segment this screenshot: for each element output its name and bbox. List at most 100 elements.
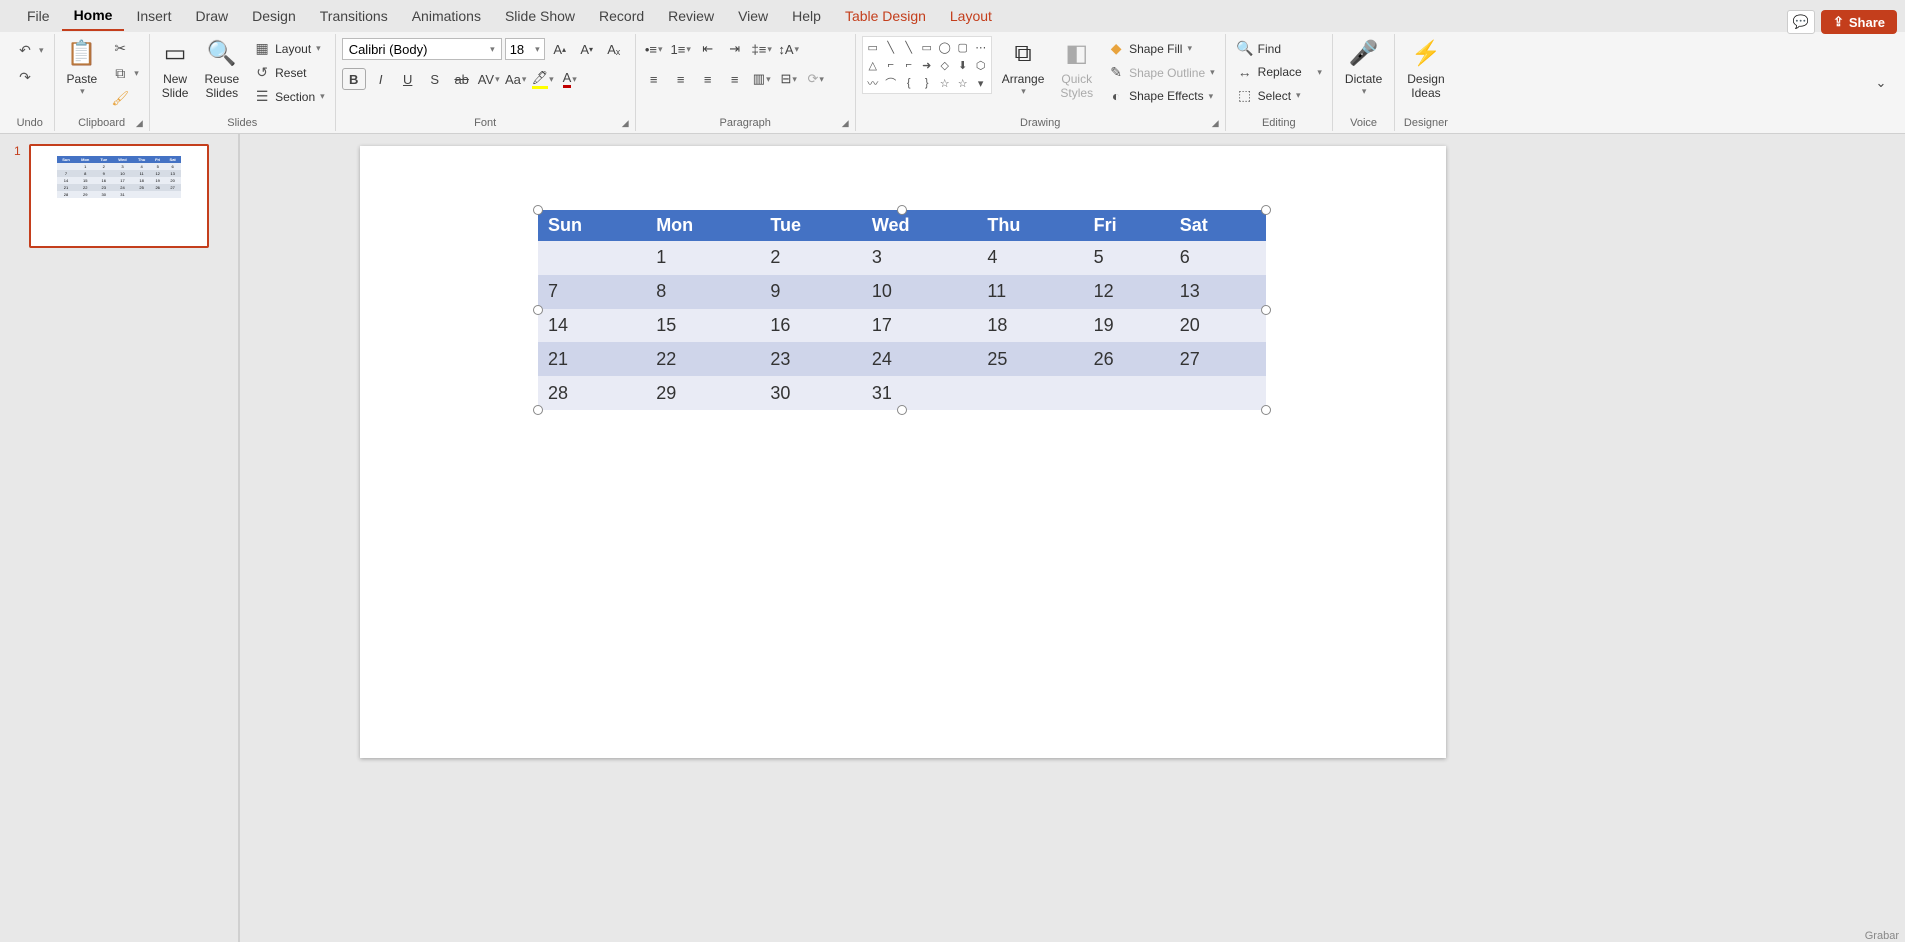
table-cell[interactable]: 28 [538, 376, 646, 410]
table-cell[interactable]: 23 [760, 342, 862, 376]
paragraph-launcher[interactable]: ◢ [842, 118, 849, 129]
table-header[interactable]: Fri [1084, 210, 1170, 241]
table-cell[interactable] [977, 376, 1083, 410]
align-left-button[interactable]: ≡ [642, 68, 666, 90]
table-row[interactable]: 14151617181920 [538, 309, 1266, 343]
resize-handle-ne[interactable] [1261, 205, 1271, 215]
table-cell[interactable]: 13 [1170, 275, 1266, 309]
redo-button[interactable]: ↷ [12, 67, 38, 88]
shapes-gallery[interactable]: ▭╲╲▭◯▢⋯ △⌐⌐➜◇⬇⬡ 〰⌒{}☆☆▾ [862, 36, 992, 94]
table-cell[interactable]: 9 [760, 275, 862, 309]
bold-button[interactable]: B [342, 68, 366, 90]
table-cell[interactable]: 17 [862, 309, 978, 343]
tab-draw[interactable]: Draw [183, 2, 240, 30]
replace-button[interactable]: ↔Replace ▾ [1232, 62, 1326, 82]
table-cell[interactable]: 31 [862, 376, 978, 410]
text-direction-button[interactable]: ↕A▾ [777, 38, 801, 60]
table-cell[interactable]: 20 [1170, 309, 1266, 343]
columns-button[interactable]: ▥▾ [750, 68, 774, 90]
section-button[interactable]: ☰Section▾ [249, 86, 329, 107]
smartart-button[interactable]: ⟳▾ [804, 68, 828, 90]
tab-home[interactable]: Home [62, 1, 125, 31]
new-slide-button[interactable]: ▭New Slide [156, 36, 195, 105]
font-color-button[interactable]: A▾ [558, 68, 582, 90]
table-cell[interactable] [1170, 376, 1266, 410]
resize-handle-e[interactable] [1261, 305, 1271, 315]
layout-button[interactable]: ▦Layout▾ [249, 38, 329, 59]
table-cell[interactable]: 25 [977, 342, 1083, 376]
align-right-button[interactable]: ≡ [696, 68, 720, 90]
shape-outline-button[interactable]: ✎Shape Outline▾ [1103, 62, 1219, 83]
clipboard-launcher[interactable]: ◢ [136, 118, 143, 129]
dictate-button[interactable]: 🎤Dictate▾ [1339, 36, 1388, 101]
align-center-button[interactable]: ≡ [669, 68, 693, 90]
italic-button[interactable]: I [369, 68, 393, 90]
tab-help[interactable]: Help [780, 2, 833, 30]
clear-formatting-button[interactable]: Aₓ [602, 38, 626, 60]
table-header[interactable]: Wed [862, 210, 978, 241]
slide-thumbnail-1[interactable]: SunMonTueWedThuFriSat 123456789101112131… [29, 144, 209, 248]
table-cell[interactable]: 5 [1084, 241, 1170, 275]
table-cell[interactable]: 6 [1170, 241, 1266, 275]
table-cell[interactable]: 4 [977, 241, 1083, 275]
underline-button[interactable]: U [396, 68, 420, 90]
table-header[interactable]: Sun [538, 210, 646, 241]
tab-slideshow[interactable]: Slide Show [493, 2, 587, 30]
tab-review[interactable]: Review [656, 2, 726, 30]
quick-styles-button[interactable]: ◧Quick Styles [1054, 36, 1099, 105]
tab-insert[interactable]: Insert [124, 2, 183, 30]
arrange-button[interactable]: ⧉Arrange▾ [996, 36, 1051, 101]
numbering-button[interactable]: 1≡▾ [669, 38, 693, 60]
cut-button[interactable]: ✂ [107, 38, 143, 59]
font-name-combo[interactable]: Calibri (Body)▾ [342, 38, 502, 60]
table-header[interactable]: Sat [1170, 210, 1266, 241]
collapse-ribbon-button[interactable]: ⌄ [1869, 72, 1893, 94]
tab-view[interactable]: View [726, 2, 780, 30]
tab-layout[interactable]: Layout [938, 2, 1004, 30]
slide[interactable]: SunMonTueWedThuFriSat 123456789101112131… [360, 146, 1446, 758]
table-cell[interactable]: 29 [646, 376, 760, 410]
table-selection[interactable]: SunMonTueWedThuFriSat 123456789101112131… [538, 210, 1266, 410]
justify-button[interactable]: ≡ [723, 68, 747, 90]
table-cell[interactable]: 26 [1084, 342, 1170, 376]
table-cell[interactable]: 15 [646, 309, 760, 343]
resize-handle-sw[interactable] [533, 405, 543, 415]
table-cell[interactable]: 24 [862, 342, 978, 376]
table-row[interactable]: 123456 [538, 241, 1266, 275]
table-cell[interactable]: 8 [646, 275, 760, 309]
copy-button[interactable]: ⧉▾ [107, 63, 143, 84]
tab-transitions[interactable]: Transitions [308, 2, 400, 30]
shape-fill-button[interactable]: ◆Shape Fill▾ [1103, 38, 1219, 59]
table-cell[interactable]: 12 [1084, 275, 1170, 309]
tab-animations[interactable]: Animations [400, 2, 493, 30]
table-cell[interactable]: 19 [1084, 309, 1170, 343]
table-cell[interactable]: 27 [1170, 342, 1266, 376]
format-painter-button[interactable]: 🖌 [107, 88, 143, 109]
table-header[interactable]: Thu [977, 210, 1083, 241]
find-button[interactable]: 🔍Find [1232, 38, 1285, 59]
change-case-button[interactable]: Aa▾ [504, 68, 528, 90]
table-cell[interactable]: 11 [977, 275, 1083, 309]
design-ideas-button[interactable]: ⚡Design Ideas [1401, 36, 1450, 105]
table-cell[interactable]: 18 [977, 309, 1083, 343]
table-header[interactable]: Mon [646, 210, 760, 241]
resize-handle-n[interactable] [897, 205, 907, 215]
char-spacing-button[interactable]: AV▾ [477, 68, 501, 90]
table-cell[interactable]: 22 [646, 342, 760, 376]
increase-font-button[interactable]: A▴ [548, 38, 572, 60]
resize-handle-s[interactable] [897, 405, 907, 415]
table-cell[interactable]: 3 [862, 241, 978, 275]
table-row[interactable]: 21222324252627 [538, 342, 1266, 376]
table-cell[interactable]: 2 [760, 241, 862, 275]
table-cell[interactable]: 30 [760, 376, 862, 410]
drawing-launcher[interactable]: ◢ [1212, 118, 1219, 129]
table-cell[interactable]: 7 [538, 275, 646, 309]
table-cell[interactable]: 10 [862, 275, 978, 309]
table-cell[interactable] [538, 241, 646, 275]
tab-design[interactable]: Design [240, 2, 308, 30]
table-cell[interactable]: 21 [538, 342, 646, 376]
line-spacing-button[interactable]: ‡≡▾ [750, 38, 774, 60]
bullets-button[interactable]: •≡▾ [642, 38, 666, 60]
select-button[interactable]: ⬚Select▾ [1232, 85, 1305, 106]
decrease-indent-button[interactable]: ⇤ [696, 38, 720, 60]
